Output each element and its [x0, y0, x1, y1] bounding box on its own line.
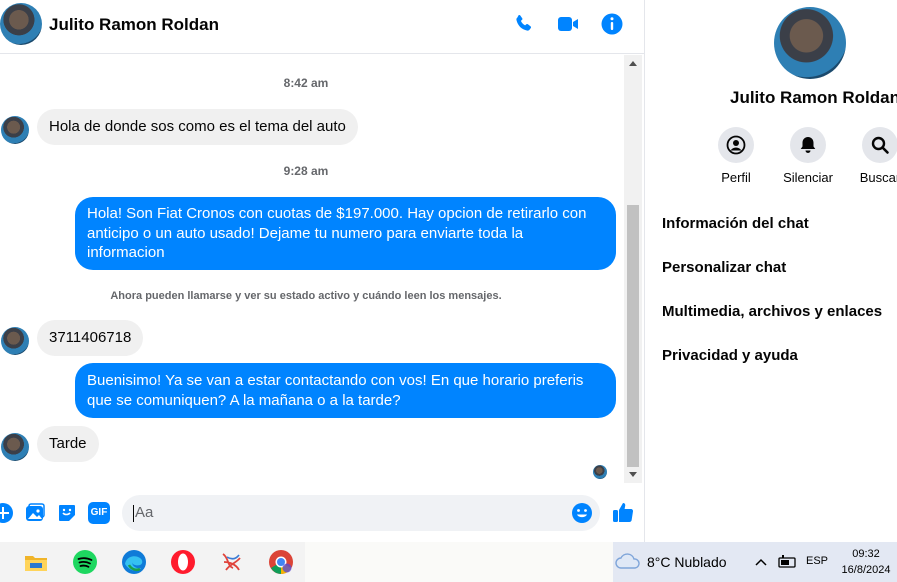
app-icon[interactable] — [218, 548, 246, 576]
system-clock[interactable]: 09:32 16/8/2024 — [838, 546, 894, 578]
menu-privacy-help[interactable]: Privacidad y ayuda — [662, 347, 798, 364]
chat-header: Julito Ramon Roldan — [0, 0, 644, 54]
info-icon[interactable] — [600, 12, 624, 36]
emoji-icon[interactable] — [571, 502, 593, 524]
scroll-thumb[interactable] — [627, 205, 639, 467]
chat-scrollbar[interactable] — [624, 55, 642, 483]
incoming-message[interactable]: 3711406718 — [37, 320, 144, 356]
scroll-up-arrow[interactable] — [629, 61, 637, 66]
sticker-icon[interactable] — [56, 502, 78, 524]
edge-icon[interactable] — [120, 548, 148, 576]
message-input[interactable]: Aa — [122, 495, 600, 531]
spotify-icon[interactable] — [71, 548, 99, 576]
chat-info-panel: Julito Ramon Roldan Perfil Silenciar Bus… — [645, 0, 897, 542]
image-icon[interactable] — [24, 502, 46, 524]
thumbs-up-icon[interactable] — [611, 500, 635, 524]
contact-avatar[interactable] — [0, 3, 42, 45]
gif-icon[interactable]: GIF — [88, 502, 110, 524]
input-language[interactable]: ESP — [806, 555, 828, 567]
scroll-down-arrow[interactable] — [629, 472, 637, 477]
read-receipt-avatar — [593, 465, 607, 479]
menu-chat-info[interactable]: Información del chat — [662, 215, 809, 232]
message-list[interactable]: 8:42 am Hola de donde sos como es el tem… — [0, 55, 624, 483]
weather-text[interactable]: 8°C Nublado — [647, 554, 727, 570]
clock-date: 16/8/2024 — [841, 564, 891, 576]
file-explorer-icon[interactable] — [22, 548, 50, 576]
message-composer: GIF Aa — [0, 488, 644, 536]
incoming-message[interactable]: Tarde — [37, 426, 99, 462]
bell-icon — [800, 137, 816, 153]
text-caret — [133, 505, 134, 522]
search-label: Buscar — [859, 170, 897, 185]
sender-avatar[interactable] — [1, 433, 29, 461]
profile-button[interactable]: Perfil — [700, 127, 772, 185]
opera-icon[interactable] — [169, 548, 197, 576]
clock-time: 09:32 — [852, 548, 880, 560]
contact-name[interactable]: Julito Ramon Roldan — [49, 15, 219, 35]
system-notice: Ahora pueden llamarse y ver su estado ac… — [110, 290, 502, 302]
menu-media-files-links[interactable]: Multimedia, archivos y enlaces — [662, 303, 882, 320]
menu-customize-chat[interactable]: Personalizar chat — [662, 259, 786, 276]
chrome-icon[interactable] — [267, 548, 295, 576]
timestamp: 8:42 am — [283, 76, 329, 90]
outgoing-message[interactable]: Buenisimo! Ya se van a estar contactando… — [75, 363, 616, 418]
plus-icon[interactable] — [0, 502, 14, 524]
sender-avatar[interactable] — [1, 116, 29, 144]
video-camera-icon[interactable] — [556, 12, 580, 36]
cloud-icon[interactable] — [615, 552, 641, 570]
message-placeholder: Aa — [135, 504, 154, 521]
taskbar: 8°C Nublado ESP 09:32 16/8/2024 — [0, 542, 897, 582]
profile-icon — [726, 135, 746, 155]
taskbar-area — [305, 542, 615, 582]
phone-icon[interactable] — [512, 12, 536, 36]
profile-name: Julito Ramon Roldan — [730, 88, 897, 107]
profile-label: Perfil — [721, 170, 751, 185]
mute-button[interactable]: Silenciar — [772, 127, 844, 185]
profile-avatar[interactable] — [774, 7, 846, 79]
search-icon — [871, 136, 889, 154]
search-button[interactable]: Buscar — [844, 127, 897, 185]
outgoing-message[interactable]: Hola! Son Fiat Cronos con cuotas de $197… — [75, 197, 616, 270]
chevron-up-icon[interactable] — [754, 557, 768, 567]
timestamp: 9:28 am — [283, 164, 329, 178]
network-icon[interactable] — [778, 555, 796, 569]
mute-label: Silenciar — [783, 170, 833, 185]
incoming-message[interactable]: Hola de donde sos como es el tema del au… — [37, 109, 358, 145]
sender-avatar[interactable] — [1, 327, 29, 355]
